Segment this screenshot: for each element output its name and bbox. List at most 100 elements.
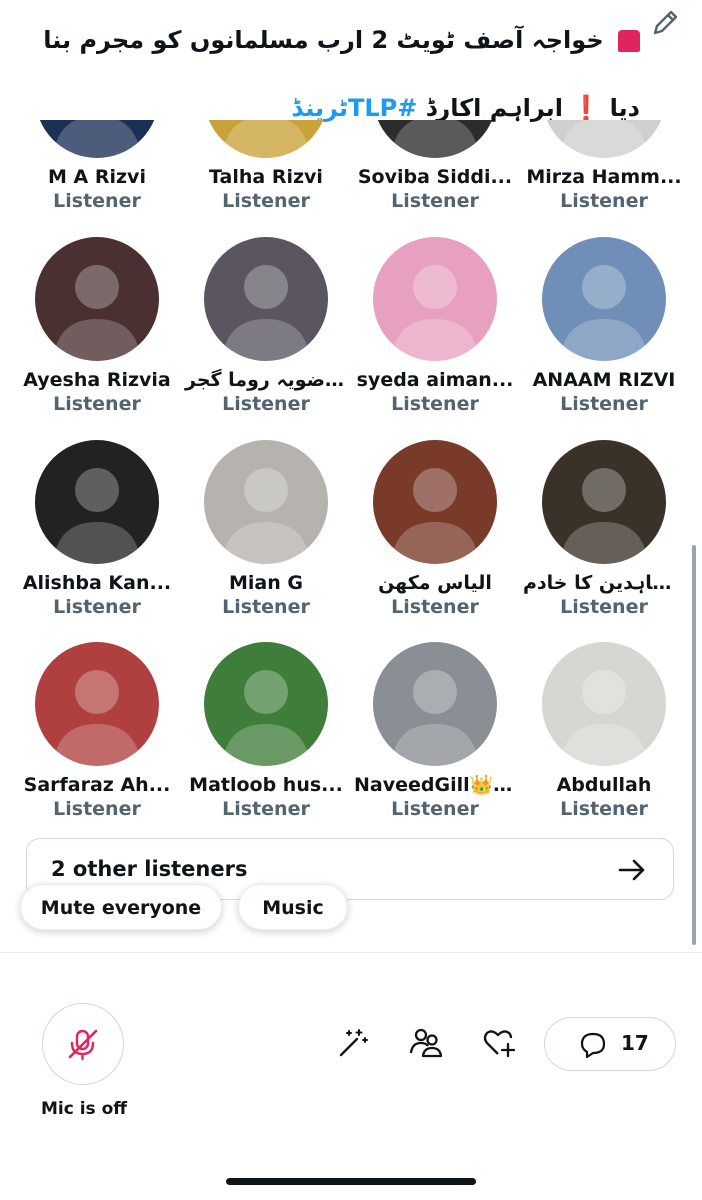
avatar-photo xyxy=(373,440,497,564)
listener-card[interactable]: Alishba Kan... Listener xyxy=(12,440,182,619)
listener-name: Abdullah xyxy=(556,774,652,796)
listener-name: M A Rizvi xyxy=(48,166,146,188)
avatar xyxy=(373,237,497,361)
listener-card[interactable]: Soviba Siddi... Listener xyxy=(350,120,520,213)
avatar xyxy=(542,642,666,766)
avatar xyxy=(204,440,328,564)
listener-card[interactable]: رضویہ روما گجر ⚔️Listener xyxy=(181,237,351,416)
listener-name: Soviba Siddi... xyxy=(357,166,513,188)
avatar-photo xyxy=(373,120,497,158)
avatar xyxy=(204,642,328,766)
listener-role: Listener xyxy=(53,798,141,820)
listener-card[interactable]: ANAAM RIZVI Listener xyxy=(519,237,689,416)
avatar-photo xyxy=(204,642,328,766)
listener-role: Listener xyxy=(391,190,479,212)
avatar xyxy=(204,237,328,361)
title-part-2: ابراہم اکارڈ xyxy=(425,94,564,122)
listener-name: Matloob hus... xyxy=(189,774,343,796)
listener-card[interactable]: Mian G Listener xyxy=(181,440,351,619)
avatar xyxy=(542,237,666,361)
avatar xyxy=(35,642,159,766)
listener-name: syeda aiman... xyxy=(356,369,514,391)
listener-name: الیاس مکھن xyxy=(378,572,492,594)
listener-name: امیر المجاہدین کا خادم xyxy=(523,572,689,594)
avatar xyxy=(373,120,497,158)
avatar xyxy=(373,440,497,564)
listener-role: Listener xyxy=(222,596,310,618)
listener-role: Listener xyxy=(560,596,648,618)
other-listeners-label: 2 other listeners xyxy=(51,857,248,881)
avatar-photo xyxy=(542,642,666,766)
listener-card[interactable]: Matloob hus... Listener xyxy=(181,642,351,820)
listener-card[interactable]: M A Rizvi Listener xyxy=(12,120,182,213)
avatar xyxy=(35,237,159,361)
listener-card[interactable]: Sarfaraz Ah... Listener xyxy=(12,642,182,820)
avatar xyxy=(542,440,666,564)
listener-role: Listener xyxy=(391,596,479,618)
listener-card[interactable]: syeda aiman... Listener xyxy=(350,237,520,416)
listener-card[interactable]: Abdullah Listener xyxy=(519,642,689,820)
mic-off-icon xyxy=(68,1029,98,1061)
listener-card[interactable]: Ayesha Rizvia Listener xyxy=(12,237,182,416)
home-indicator[interactable] xyxy=(226,1178,476,1185)
avatar xyxy=(35,120,159,158)
avatar-photo xyxy=(542,120,666,158)
listener-card[interactable]: امیر المجاہدین کا خادمListener xyxy=(519,440,689,619)
listener-name: Sarfaraz Ah... xyxy=(23,774,171,796)
listener-role: Listener xyxy=(560,190,648,212)
avatar-photo xyxy=(204,237,328,361)
heart-add-icon[interactable] xyxy=(481,1025,517,1061)
listener-role: Listener xyxy=(560,798,648,820)
listener-role: Listener xyxy=(222,190,310,212)
edit-pencil-icon[interactable] xyxy=(648,6,682,40)
listener-role: Listener xyxy=(560,393,648,415)
listener-role: Listener xyxy=(53,393,141,415)
comment-bubble-icon xyxy=(580,1032,606,1059)
scrollbar[interactable] xyxy=(692,545,696,945)
listener-role: Listener xyxy=(222,798,310,820)
listener-name: Talha Rizvi xyxy=(209,166,323,188)
avatar xyxy=(35,440,159,564)
avatar-photo xyxy=(35,440,159,564)
title-hashtag[interactable]: #TLPٹرینڈ xyxy=(291,94,417,122)
mute-everyone-button[interactable]: Mute everyone xyxy=(20,884,222,930)
listener-card[interactable]: NaveedGill👑 🇵🇰 Listener xyxy=(350,642,520,820)
listener-name: Ayesha Rizvia xyxy=(23,369,171,391)
listener-name: NaveedGill👑 🇵🇰 xyxy=(354,774,520,796)
people-icon[interactable] xyxy=(408,1025,444,1061)
listener-role: Listener xyxy=(53,596,141,618)
divider xyxy=(0,952,702,953)
listener-name: ANAAM RIZVI xyxy=(532,369,676,391)
listener-name: Mian G xyxy=(229,572,303,594)
comments-button[interactable]: 17 xyxy=(544,1017,676,1071)
listener-card[interactable]: Talha Rizvi Listener xyxy=(181,120,351,213)
avatar xyxy=(542,120,666,158)
music-button[interactable]: Music xyxy=(238,884,348,930)
siren-icon xyxy=(618,30,640,52)
listener-role: Listener xyxy=(391,393,479,415)
listener-card[interactable]: Mirza Hamm... Listener xyxy=(519,120,689,213)
avatar-photo xyxy=(35,120,159,158)
avatar-photo xyxy=(373,237,497,361)
mic-toggle-button[interactable] xyxy=(42,1003,124,1085)
avatar-photo xyxy=(204,120,328,158)
listener-name: رضویہ روما گجر ⚔️ xyxy=(185,369,351,391)
listener-role: Listener xyxy=(53,190,141,212)
mic-status-label: Mic is off xyxy=(40,1099,128,1119)
exclamation-icon: ❗ xyxy=(571,94,602,122)
avatar-photo xyxy=(35,237,159,361)
avatar-photo xyxy=(204,440,328,564)
listener-grid: M A Rizvi Listener Talha Rizvi Listener Sovi… xyxy=(12,120,690,820)
arrow-right-icon xyxy=(618,859,645,881)
listener-role: Listener xyxy=(391,798,479,820)
avatar-photo xyxy=(373,642,497,766)
magic-wand-icon[interactable] xyxy=(335,1025,371,1061)
comment-count: 17 xyxy=(621,1031,649,1055)
avatar-photo xyxy=(35,642,159,766)
listener-name: Mirza Hamm... xyxy=(526,166,682,188)
listener-name: Alishba Kan... xyxy=(22,572,172,594)
listener-card[interactable]: الیاس مکھن Listener xyxy=(350,440,520,619)
avatar xyxy=(373,642,497,766)
avatar-photo xyxy=(542,237,666,361)
listener-role: Listener xyxy=(222,393,310,415)
